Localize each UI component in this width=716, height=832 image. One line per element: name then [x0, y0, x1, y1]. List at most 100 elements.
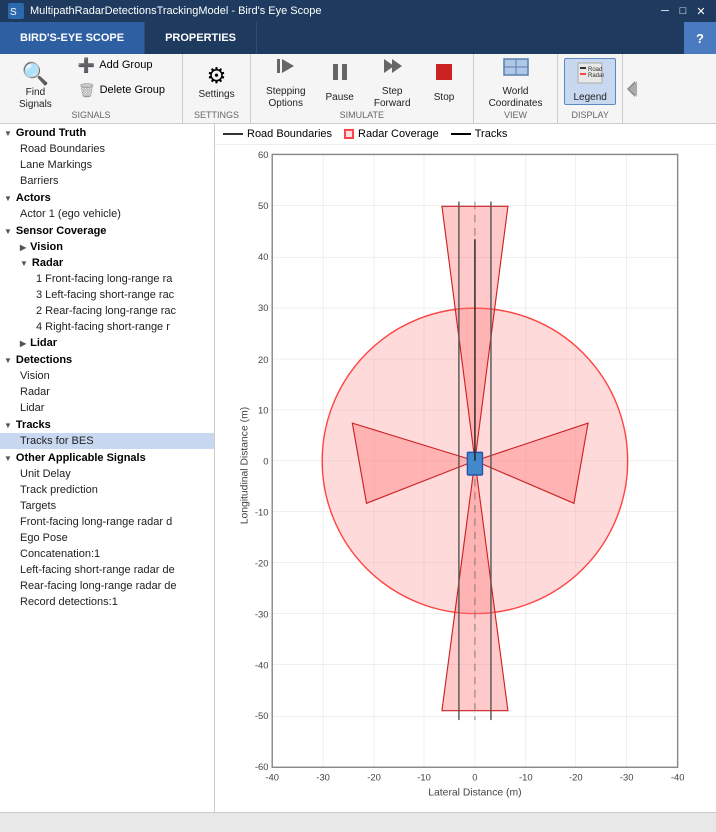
find-signals-button[interactable]: 🔍 FindSignals	[10, 62, 61, 112]
svg-text:-10: -10	[255, 507, 269, 518]
settings-button[interactable]: ⚙ Settings	[189, 58, 244, 108]
close-button[interactable]: ✕	[694, 4, 708, 18]
radar-sc-label: Radar	[32, 257, 63, 269]
sidebar-item-left-facing-radar[interactable]: Left-facing short-range radar de	[0, 562, 214, 578]
step-forward-button[interactable]: StepForward	[365, 58, 420, 105]
sidebar-item-record-detections[interactable]: Record detections:1	[0, 594, 214, 610]
ground-truth-label: Ground Truth	[16, 127, 86, 139]
sidebar-item-road-boundaries[interactable]: Road Boundaries	[0, 141, 214, 157]
sidebar-item-radar-1[interactable]: 1 Front-facing long-range ra	[0, 271, 214, 287]
toolbar-collapse-button[interactable]	[622, 54, 641, 123]
world-coordinates-button[interactable]: WorldCoordinates	[480, 58, 552, 105]
sidebar-subcategory-vision[interactable]: ▶ Vision	[0, 239, 214, 255]
delete-group-button[interactable]: 🗑 Delete Group	[71, 79, 172, 102]
stop-button[interactable]: Stop	[422, 58, 467, 105]
step-forward-icon	[380, 54, 404, 84]
sensor-coverage-triangle: ▼	[4, 227, 12, 236]
vision-triangle: ▶	[20, 243, 26, 252]
sidebar-item-targets[interactable]: Targets	[0, 498, 214, 514]
legend-tracks-label: Tracks	[475, 128, 508, 140]
pause-button[interactable]: Pause	[317, 58, 363, 105]
sidebar-item-det-vision[interactable]: Vision	[0, 368, 214, 384]
ego-pose-label: Ego Pose	[20, 532, 68, 544]
svg-text:-20: -20	[255, 557, 269, 568]
sidebar-category-sensor-coverage[interactable]: ▼ Sensor Coverage	[0, 222, 214, 239]
help-button[interactable]: ?	[684, 22, 716, 54]
tracks-bes-label: Tracks for BES	[20, 435, 94, 447]
add-group-button[interactable]: ➕ Add Group	[71, 54, 172, 77]
sidebar-item-ego-pose[interactable]: Ego Pose	[0, 530, 214, 546]
maximize-button[interactable]: □	[676, 4, 690, 18]
group-buttons: ➕ Add Group 🗑 Delete Group	[67, 62, 176, 105]
sidebar-subcategory-lidar[interactable]: ▶ Lidar	[0, 335, 214, 351]
sidebar-subcategory-radar[interactable]: ▼ Radar	[0, 255, 214, 271]
sidebar-item-lane-markings[interactable]: Lane Markings	[0, 157, 214, 173]
delete-group-label: Delete Group	[100, 84, 165, 96]
svg-text:60: 60	[258, 149, 268, 160]
tab-birds-eye-scope[interactable]: BIRD'S-EYE SCOPE	[0, 22, 145, 54]
sidebar-item-front-facing-radar[interactable]: Front-facing long-range radar d	[0, 514, 214, 530]
legend-label: Legend	[573, 92, 606, 104]
tab-properties[interactable]: PROPERTIES	[145, 22, 257, 54]
svg-text:50: 50	[258, 200, 268, 211]
legend-radar-box	[344, 129, 354, 139]
add-group-icon: ➕	[78, 57, 95, 74]
display-group: Road Radar Legend DISPLAY	[558, 54, 621, 123]
plot-legend: Road Boundaries Radar Coverage Tracks	[215, 124, 716, 145]
settings-group: ⚙ Settings SETTINGS	[183, 54, 251, 123]
x-axis-label: Lateral Distance (m)	[428, 788, 521, 799]
signals-group-label: SIGNALS	[0, 110, 182, 120]
sidebar-item-det-lidar[interactable]: Lidar	[0, 400, 214, 416]
sensor-coverage-label: Sensor Coverage	[16, 225, 106, 237]
road-boundaries-label: Road Boundaries	[20, 143, 105, 155]
barriers-label: Barriers	[20, 175, 59, 187]
concatenation-label: Concatenation:1	[20, 548, 100, 560]
legend-button[interactable]: Road Radar Legend	[564, 58, 615, 105]
svg-text:-40: -40	[265, 771, 279, 782]
sidebar-item-actor-1[interactable]: Actor 1 (ego vehicle)	[0, 206, 214, 222]
svg-text:-10: -10	[519, 771, 533, 782]
svg-text:-40: -40	[255, 659, 269, 670]
legend-road-line	[223, 133, 243, 135]
sidebar-item-tracks-bes[interactable]: Tracks for BES	[0, 433, 214, 449]
tab-bar: BIRD'S-EYE SCOPE PROPERTIES ?	[0, 22, 716, 54]
minimize-button[interactable]: ─	[658, 4, 672, 18]
radar-2-label: 2 Rear-facing long-range rac	[36, 305, 176, 317]
svg-text:-30: -30	[620, 771, 634, 782]
radar-1-label: 1 Front-facing long-range ra	[36, 273, 172, 285]
radar-triangle: ▼	[20, 259, 28, 268]
svg-text:-30: -30	[316, 771, 330, 782]
find-signals-icon: 🔍	[22, 63, 49, 85]
svg-text:10: 10	[258, 405, 268, 416]
track-prediction-label: Track prediction	[20, 484, 98, 496]
sidebar-item-unit-delay[interactable]: Unit Delay	[0, 466, 214, 482]
sidebar-item-barriers[interactable]: Barriers	[0, 173, 214, 189]
svg-text:-10: -10	[417, 771, 431, 782]
svg-text:-30: -30	[255, 608, 269, 619]
step-forward-label: StepForward	[374, 86, 411, 110]
sidebar-item-concatenation[interactable]: Concatenation:1	[0, 546, 214, 562]
stepping-options-button[interactable]: SteppingOptions	[257, 58, 314, 105]
sidebar-category-other-signals[interactable]: ▼ Other Applicable Signals	[0, 449, 214, 466]
status-bar	[0, 812, 716, 832]
title-bar: S MultipathRadarDetectionsTrackingModel …	[0, 0, 716, 22]
sidebar-item-rear-facing-radar[interactable]: Rear-facing long-range radar de	[0, 578, 214, 594]
sidebar-item-det-radar[interactable]: Radar	[0, 384, 214, 400]
actors-triangle: ▼	[4, 194, 12, 203]
sidebar-item-radar-2[interactable]: 2 Rear-facing long-range rac	[0, 303, 214, 319]
svg-text:0: 0	[472, 771, 477, 782]
ground-truth-triangle: ▼	[4, 129, 12, 138]
sidebar-item-track-prediction[interactable]: Track prediction	[0, 482, 214, 498]
sidebar-item-radar-3[interactable]: 3 Left-facing short-range rac	[0, 287, 214, 303]
svg-text:30: 30	[258, 302, 268, 313]
sidebar-category-detections[interactable]: ▼ Detections	[0, 351, 214, 368]
plot-svg[interactable]: Longitudinal Distance (m) 60 50 40 30 20…	[215, 145, 716, 805]
svg-text:-50: -50	[255, 710, 269, 721]
sidebar-item-radar-4[interactable]: 4 Right-facing short-range r	[0, 319, 214, 335]
detections-label: Detections	[16, 354, 72, 366]
front-facing-radar-label: Front-facing long-range radar d	[20, 516, 172, 528]
sidebar-category-actors[interactable]: ▼ Actors	[0, 189, 214, 206]
unit-delay-label: Unit Delay	[20, 468, 71, 480]
sidebar-category-ground-truth[interactable]: ▼ Ground Truth	[0, 124, 214, 141]
sidebar-category-tracks[interactable]: ▼ Tracks	[0, 416, 214, 433]
